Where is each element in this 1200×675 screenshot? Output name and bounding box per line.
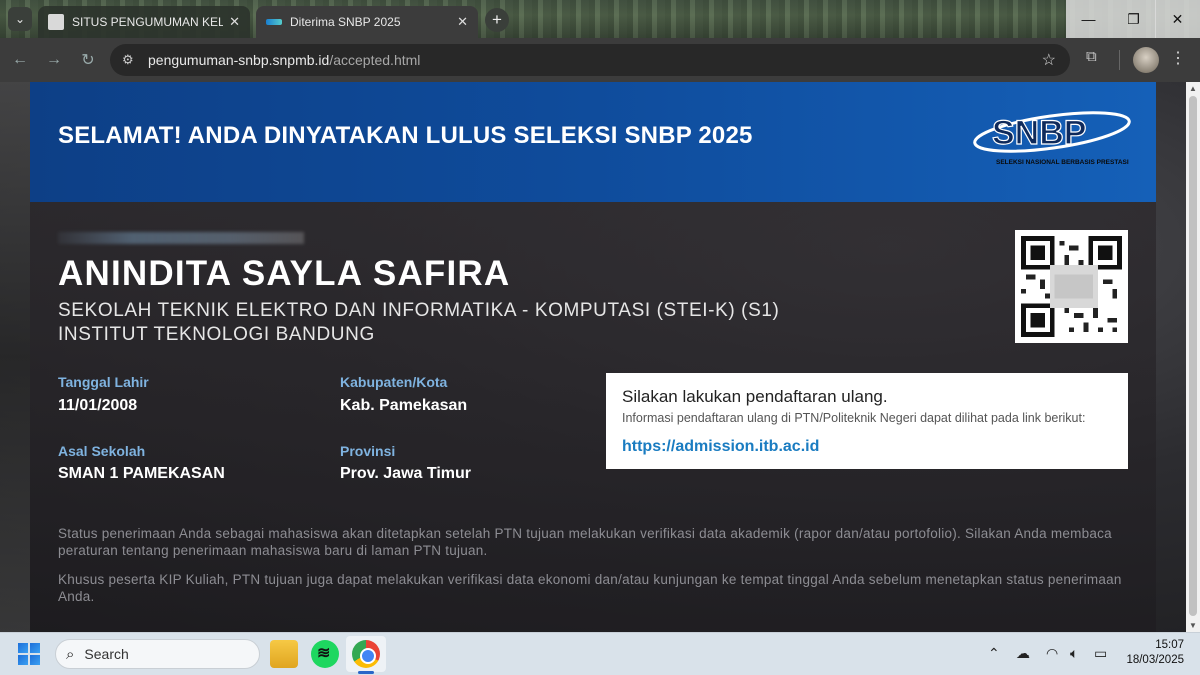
tab-title: SITUS PENGUMUMAN KELULUSAN xyxy=(72,15,224,29)
address-bar[interactable]: ⚙ pengumuman-snbp.snpmb.id/accepted.html… xyxy=(110,44,1070,76)
search-placeholder: Search xyxy=(84,646,129,662)
result-card: ANINDITA SAYLA SAFIRA SEKOLAH TEKNIK ELE… xyxy=(30,202,1156,632)
chevron-down-icon: ⌄ xyxy=(14,12,26,26)
wifi-icon[interactable]: ◠ xyxy=(1046,645,1058,662)
site-info-icon[interactable]: ⚙ xyxy=(122,52,142,68)
student-name: ANINDITA SAYLA SAFIRA xyxy=(58,254,511,293)
page-viewport: SELAMAT! ANDA DINYATAKAN LULUS SELEKSI S… xyxy=(0,82,1186,632)
cloud-icon[interactable]: ☁ xyxy=(1016,645,1030,662)
tab-diterima-snbp[interactable]: Diterima SNBP 2025 ✕ xyxy=(256,6,478,38)
kip-note: Khusus peserta KIP Kuliah, PTN tujuan ju… xyxy=(58,572,1122,604)
windows-taskbar: ⌕ Search ⌃ ☁ ◠ 🔈︎ ▭ 15:07 18/03/2025 xyxy=(0,632,1200,675)
speaker-icon[interactable]: 🔈︎ xyxy=(1070,645,1078,662)
browser-toolbar: ← → ↻ ⚙ pengumuman-snbp.snpmb.id/accepte… xyxy=(0,38,1200,82)
system-clock[interactable]: 15:07 18/03/2025 xyxy=(1118,638,1184,668)
clock-time: 15:07 xyxy=(1155,639,1184,651)
svg-text:SELEKSI NASIONAL BERBASIS PRES: SELEKSI NASIONAL BERBASIS PRESTASI xyxy=(996,159,1129,166)
chevron-up-icon[interactable]: ⌃ xyxy=(988,645,1000,662)
scroll-up-icon[interactable]: ▲ xyxy=(1189,84,1197,93)
birth-date-label: Tanggal Lahir xyxy=(58,374,149,390)
close-icon: ✕ xyxy=(1171,10,1184,27)
reregistration-box: Silakan lakukan pendaftaran ulang. Infor… xyxy=(606,373,1128,469)
close-icon[interactable]: ✕ xyxy=(457,14,468,30)
reregistration-heading: Silakan lakukan pendaftaran ulang. xyxy=(622,387,888,406)
browser-tab-strip: ⌄ SITUS PENGUMUMAN KELULUSAN ✕ Diterima … xyxy=(0,0,1200,38)
city-value: Kab. Pamekasan xyxy=(340,397,468,414)
university-name: INSTITUT TEKNOLOGI BANDUNG xyxy=(58,324,375,345)
birth-date-value: 11/01/2008 xyxy=(58,397,138,414)
qr-code-pattern xyxy=(1021,236,1122,337)
scroll-down-icon[interactable]: ▼ xyxy=(1189,621,1197,630)
spotify-icon[interactable] xyxy=(311,640,339,668)
forward-icon: → xyxy=(46,51,62,68)
reload-icon: ↻ xyxy=(81,52,95,69)
kebab-icon[interactable]: ⋮ xyxy=(1170,48,1186,68)
restore-icon: ❐ xyxy=(1127,10,1140,27)
battery-icon[interactable]: ▭ xyxy=(1094,645,1107,662)
status-note: Status penerimaan Anda sebagai mahasiswa… xyxy=(58,526,1112,558)
forward-button[interactable]: → xyxy=(42,48,66,72)
toolbar-divider xyxy=(1119,50,1120,70)
svg-text:SNBP: SNBP xyxy=(992,114,1086,152)
back-icon: ← xyxy=(12,51,28,68)
school-value: SMAN 1 PAMEKASAN xyxy=(58,465,225,482)
minimize-icon: — xyxy=(1081,11,1096,27)
file-explorer-icon[interactable] xyxy=(270,640,298,668)
reregistration-subtext: Informasi pendaftaran ulang di PTN/Polit… xyxy=(622,411,1086,425)
study-program: SEKOLAH TEKNIK ELEKTRO DAN INFORMATIKA -… xyxy=(58,300,780,321)
snbp-logo: SNBP SELEKSI NASIONAL BERBASIS PRESTASI xyxy=(973,111,1131,166)
school-label: Asal Sekolah xyxy=(58,443,146,459)
plus-icon: + xyxy=(492,10,502,29)
tab-search-button[interactable]: ⌄ xyxy=(8,7,32,31)
minimize-button[interactable]: — xyxy=(1066,0,1111,38)
close-icon[interactable]: ✕ xyxy=(229,14,240,30)
scrollbar-thumb[interactable] xyxy=(1189,96,1197,616)
url-text: pengumuman-snbp.snpmb.id/accepted.html xyxy=(148,52,421,68)
snbp-favicon-icon xyxy=(266,19,282,25)
windows-icon[interactable] xyxy=(18,643,40,665)
close-window-button[interactable]: ✕ xyxy=(1155,0,1200,38)
province-value: Prov. Jawa Timur xyxy=(340,465,472,482)
admission-link[interactable]: https://admission.itb.ac.id xyxy=(622,438,1112,456)
star-icon[interactable]: ☆ xyxy=(1042,50,1056,70)
search-icon: ⌕ xyxy=(66,645,75,663)
qr-code xyxy=(1015,230,1128,343)
restore-button[interactable]: ❐ xyxy=(1111,0,1156,38)
taskbar-search[interactable]: ⌕ Search xyxy=(55,639,260,669)
new-tab-button[interactable]: + xyxy=(485,8,509,32)
province-label: Provinsi xyxy=(340,443,396,459)
congrats-banner: SELAMAT! ANDA DINYATAKAN LULUS SELEKSI S… xyxy=(30,82,1156,202)
back-button[interactable]: ← xyxy=(8,48,32,72)
city-label: Kabupaten/Kota xyxy=(340,374,448,390)
banner-title: SELAMAT! ANDA DINYATAKAN LULUS SELEKSI S… xyxy=(58,122,753,149)
extensions-icon[interactable]: ⧉ xyxy=(1086,48,1097,65)
tab-title: Diterima SNBP 2025 xyxy=(290,15,401,29)
chrome-icon[interactable] xyxy=(352,640,380,668)
active-app-indicator xyxy=(358,671,374,674)
page-scrollbar[interactable]: ▲ ▼ xyxy=(1186,82,1200,632)
reload-button[interactable]: ↻ xyxy=(76,48,100,72)
profile-avatar[interactable] xyxy=(1133,47,1159,73)
globe-icon xyxy=(48,14,64,30)
redacted-registration-number xyxy=(58,232,304,244)
tab-situs-pengumuman[interactable]: SITUS PENGUMUMAN KELULUSAN ✕ xyxy=(38,6,250,38)
clock-date: 18/03/2025 xyxy=(1126,654,1184,666)
